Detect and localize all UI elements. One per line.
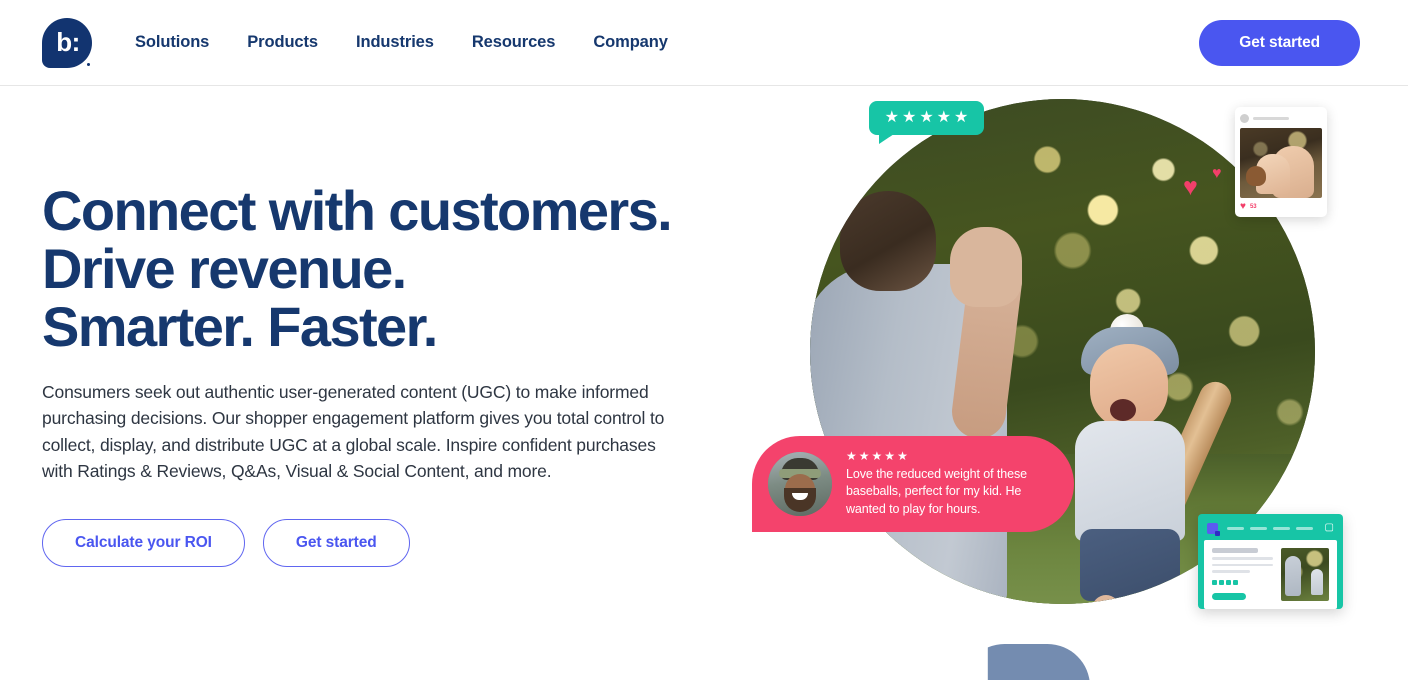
review-card: ★ ★ ★ ★ ★ Love the reduced weight of the…	[752, 436, 1074, 532]
header-get-started-button[interactable]: Get started	[1199, 19, 1360, 66]
page-title: Connect with customers. Drive revenue. S…	[42, 179, 722, 359]
star-icon	[1226, 579, 1231, 585]
hero-section: Connect with customers. Drive revenue. S…	[0, 86, 1408, 680]
hero-illustration: ★ ★ ★ ★ ★ ♥ ♥ ♥ 53 ★ ★ ★ ★ ★ Love the re…	[740, 86, 1408, 680]
social-post-header	[1240, 112, 1322, 124]
social-post-footer: ♥ 53	[1240, 198, 1322, 212]
heart-icon: ♥	[1212, 165, 1222, 182]
widget-logo-icon	[1207, 522, 1220, 536]
nav-item-industries[interactable]: Industries	[356, 33, 434, 52]
nav-item-products[interactable]: Products	[247, 33, 318, 52]
page-title-line-1: Connect with customers.	[42, 179, 673, 242]
star-icon: ★	[901, 109, 917, 126]
review-text: Love the reduced weight of these basebal…	[846, 467, 1027, 516]
widget-photo-child	[1311, 569, 1323, 595]
social-post-photo	[1240, 128, 1322, 198]
widget-nav-item	[1227, 526, 1244, 530]
nav-item-company[interactable]: Company	[593, 33, 668, 52]
widget-photo-father	[1285, 556, 1301, 596]
avatar	[1240, 113, 1249, 123]
star-icon: ★	[846, 449, 857, 464]
widget-product-details	[1212, 548, 1273, 601]
bazaarvoice-logo-icon[interactable]: b:	[42, 17, 92, 68]
heart-icon: ♥	[1183, 173, 1198, 201]
product-page-widget: ▢	[1198, 514, 1343, 609]
social-post-card: ♥ 53	[1235, 107, 1327, 217]
star-icon	[1212, 579, 1217, 585]
widget-nav-item	[1273, 526, 1290, 530]
figure-father-hand	[950, 227, 1022, 307]
nav-item-resources[interactable]: Resources	[472, 33, 556, 52]
figure-child-body	[1075, 421, 1185, 541]
widget-nav-item	[1250, 526, 1267, 530]
shopping-cart-icon: ▢	[1324, 522, 1334, 533]
review-body: ★ ★ ★ ★ ★ Love the reduced weight of the…	[846, 450, 1060, 518]
widget-star-rating	[1212, 579, 1273, 585]
star-rating-badge: ★ ★ ★ ★ ★	[869, 101, 984, 135]
star-icon	[1233, 579, 1238, 585]
widget-content-panel	[1204, 540, 1337, 609]
heart-icon: ♥	[1240, 200, 1246, 212]
star-icon	[1219, 579, 1224, 585]
figure-child-mouth	[1110, 399, 1136, 421]
logo-wordmark: b:	[56, 26, 80, 57]
star-icon: ★	[884, 109, 899, 126]
decorative-blue-shape	[1005, 644, 1090, 680]
widget-product-photo	[1281, 548, 1329, 601]
calculate-roi-button[interactable]: Calculate your ROI	[42, 519, 245, 568]
primary-navigation: Solutions Products Industries Resources …	[135, 33, 668, 52]
hero-description: Consumers seek out authentic user-genera…	[42, 381, 665, 482]
star-icon: ★	[884, 449, 896, 464]
hero-get-started-button[interactable]: Get started	[262, 519, 410, 568]
hero-button-group: Calculate your ROI Get started	[42, 519, 722, 568]
star-icon: ★	[954, 109, 969, 126]
like-count: 53	[1249, 203, 1257, 210]
star-icon: ★	[919, 109, 934, 126]
widget-nav-placeholders	[1223, 526, 1320, 530]
figure-father-head	[840, 191, 936, 291]
page-title-line-2: Drive revenue.	[42, 237, 407, 301]
nav-item-solutions[interactable]: Solutions	[135, 33, 209, 52]
registered-mark-icon	[87, 62, 90, 66]
widget-cta-button	[1212, 592, 1246, 600]
widget-text-line	[1212, 563, 1273, 566]
widget-product-title	[1212, 548, 1258, 553]
star-icon: ★	[897, 449, 908, 464]
widget-text-line	[1212, 570, 1250, 573]
hero-copy: Connect with customers. Drive revenue. S…	[42, 179, 722, 568]
star-icon: ★	[936, 109, 952, 126]
site-header: b: Solutions Products Industries Resourc…	[0, 0, 1408, 86]
star-icon: ★	[858, 449, 870, 464]
page-title-line-3: Smarter. Faster.	[42, 295, 438, 359]
reviewer-avatar	[768, 452, 832, 516]
baseball-glove-icon	[1246, 166, 1266, 186]
review-star-rating: ★ ★ ★ ★ ★	[846, 450, 1060, 462]
widget-navbar: ▢	[1204, 521, 1337, 536]
widget-nav-item	[1296, 526, 1313, 530]
star-icon: ★	[871, 449, 883, 464]
social-post-username	[1253, 116, 1289, 120]
widget-text-line	[1212, 557, 1273, 560]
figure-child-shorts	[1080, 529, 1180, 601]
